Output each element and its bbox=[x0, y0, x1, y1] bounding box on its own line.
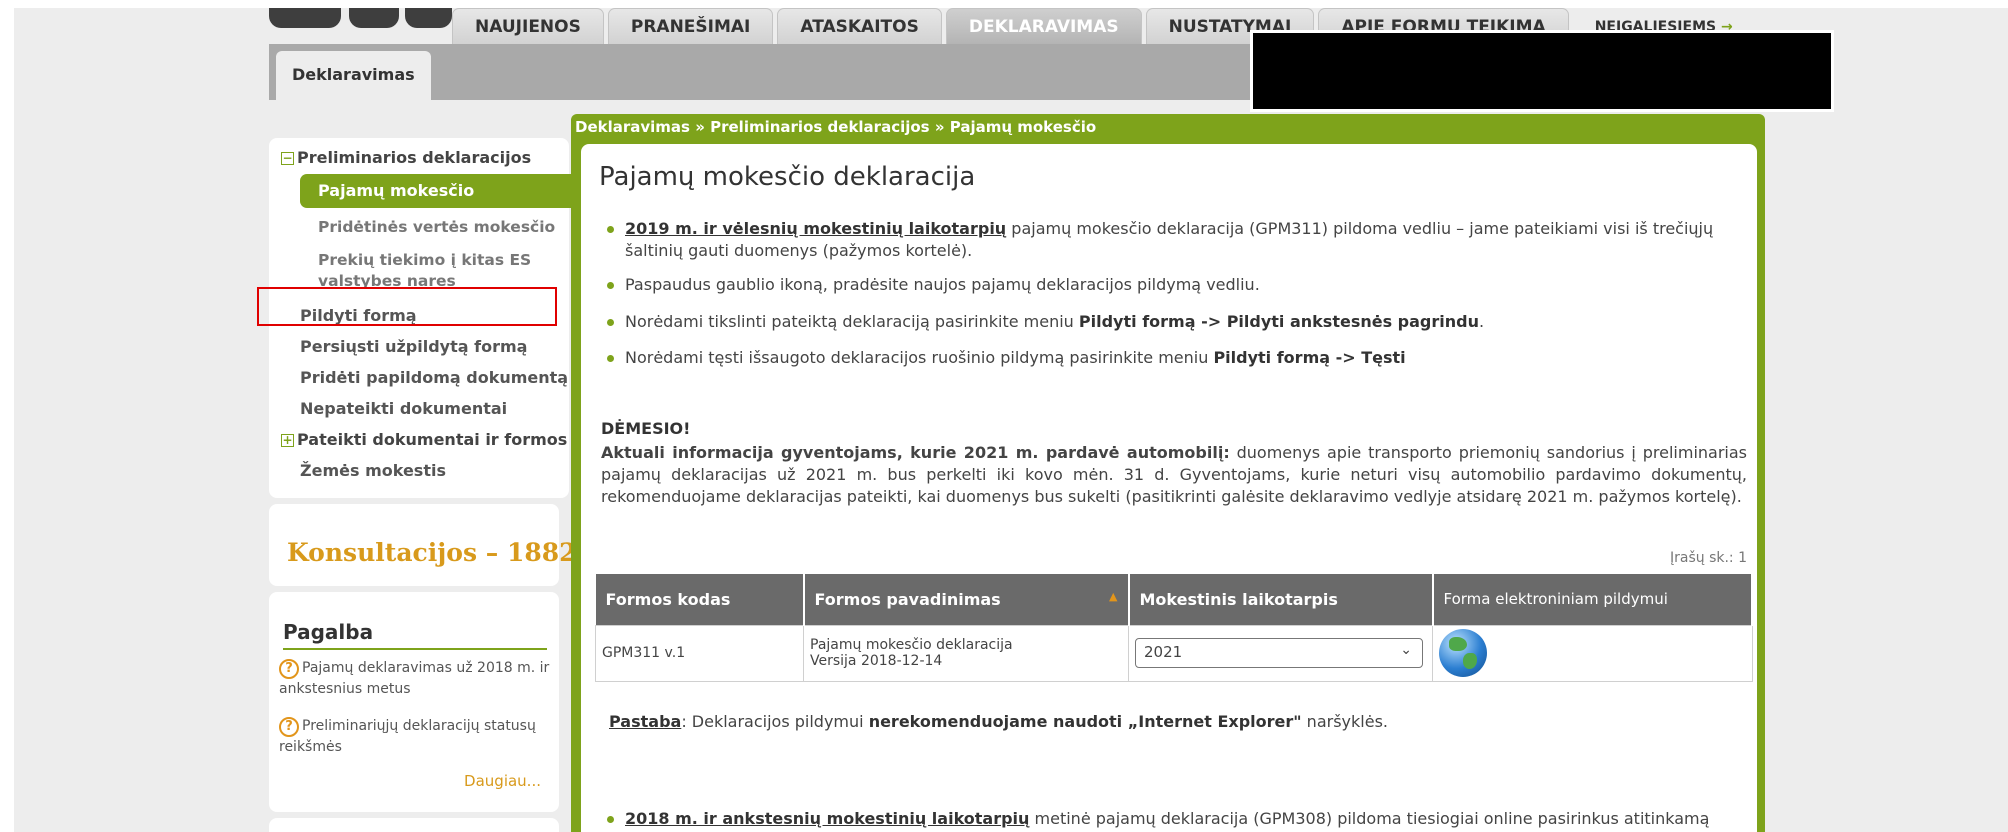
help-link-2018[interactable]: ? Pajamų deklaravimas už 2018 m. ir ankst… bbox=[279, 658, 555, 700]
help-panel: Pagalba ? Pajamų deklaravimas už 2018 m. … bbox=[269, 592, 559, 812]
tab-pranesimai[interactable]: PRANEŠIMAI bbox=[607, 8, 774, 44]
note: Pastaba: Deklaracijos pildymui nerekomen… bbox=[609, 712, 1388, 731]
help-link-label: Pajamų deklaravimas už 2018 m. ir ankste… bbox=[279, 660, 550, 697]
cell-period: 2021 ⌄ bbox=[1128, 624, 1433, 682]
sidebar-item-label: Pajamų mokesčio bbox=[318, 181, 475, 200]
question-icon: ? bbox=[279, 659, 299, 679]
bullet-text: Norėdami tikslinti pateiktą deklaraciją … bbox=[625, 312, 1079, 331]
help-title: Pagalba bbox=[283, 620, 374, 644]
help-divider bbox=[283, 648, 547, 650]
subtab-deklaravimas[interactable]: Deklaravimas bbox=[276, 51, 431, 101]
bullet-item: Paspaudus gaublio ikoną, pradėsite naujo… bbox=[607, 274, 1747, 296]
col-header-name[interactable]: Formos pavadinimas ▲ bbox=[803, 574, 1130, 625]
period-select[interactable]: 2021 ⌄ bbox=[1135, 638, 1423, 668]
page: NAUJIENOS PRANEŠIMAI ATASKAITOS DEKLARAV… bbox=[14, 8, 2008, 832]
expand-icon[interactable]: + bbox=[281, 434, 294, 447]
note-text-end: naršyklės. bbox=[1301, 712, 1388, 731]
attention-bold: Aktuali informacija gyventojams, kurie 2… bbox=[601, 443, 1230, 462]
sidebar-item-prideti-dokumenta[interactable]: Pridėti papildomą dokumentą bbox=[300, 368, 568, 387]
highlight-box bbox=[257, 287, 557, 326]
help-link-statuses[interactable]: ? Preliminariųjų deklaracijų statusų reik… bbox=[279, 716, 555, 758]
page-title: Pajamų mokesčio deklaracija bbox=[599, 162, 976, 192]
sidebar-item-pajamu-mokescio[interactable]: Pajamų mokesčio bbox=[300, 174, 572, 208]
bullet-item: 2019 m. ir vėlesnių mokestinių laikotarp… bbox=[607, 218, 1747, 262]
bullet-text: Paspaudus gaublio ikoną, pradėsite naujo… bbox=[625, 275, 1260, 294]
bullet-text: Norėdami tęsti išsaugoto deklaracijos ru… bbox=[625, 348, 1214, 367]
col-header-code[interactable]: Formos kodas bbox=[595, 574, 805, 625]
sidebar-item-persiusti[interactable]: Persiųsti užpildytą formą bbox=[300, 337, 527, 356]
bullet-link[interactable]: 2019 m. ir vėlesnių mokestinių laikotarp… bbox=[625, 219, 1006, 238]
question-icon: ? bbox=[279, 717, 299, 737]
sidebar-group-submitted[interactable]: + Pateikti dokumentai ir formos bbox=[281, 430, 567, 449]
sidebar-item-pvm[interactable]: Pridėtinės vertės mokesčio bbox=[318, 218, 555, 236]
sidebar-item-nepateikti[interactable]: Nepateikti dokumentai bbox=[300, 399, 507, 418]
sidebar-group-preliminary[interactable]: − Preliminarios deklaracijos bbox=[281, 148, 531, 167]
sidebar-item-prekiu-tiekimo[interactable]: Prekių tiekimo į kitas ES valstybes nare… bbox=[318, 250, 548, 292]
help-link-label: Preliminariųjų deklaracijų statusų reikš… bbox=[279, 718, 536, 755]
sort-asc-icon: ▲ bbox=[1109, 589, 1118, 603]
attention-paragraph: Aktuali informacija gyventojams, kurie 2… bbox=[601, 442, 1747, 508]
help-more-link[interactable]: Daugiau... bbox=[464, 772, 541, 790]
note-bold: nerekomenduojame naudoti „Internet Explo… bbox=[868, 712, 1302, 731]
chevron-down-icon: ⌄ bbox=[1400, 642, 1412, 658]
redacted-area bbox=[1250, 30, 1834, 112]
cell-electronic bbox=[1432, 624, 1753, 682]
bullet-item: 2018 m. ir ankstesnių mokestinių laikota… bbox=[607, 808, 1747, 832]
bullet-bold: Pildyti formą -> Pildyti ankstesnės pagr… bbox=[1078, 312, 1479, 331]
col-header-electronic: Forma elektroniniam pildymui bbox=[1432, 574, 1753, 625]
tab-naujienos[interactable]: NAUJIENOS bbox=[452, 8, 604, 44]
cell-form-code: GPM311 v.1 bbox=[595, 624, 804, 682]
tab-ataskaitos[interactable]: ATASKAITOS bbox=[777, 8, 942, 44]
forms-table: Formos kodas Formos pavadinimas ▲ Mokesti… bbox=[595, 574, 1753, 682]
note-label: Pastaba bbox=[609, 712, 682, 731]
sidebar-group-label: Preliminarios deklaracijos bbox=[297, 148, 532, 167]
bullet-tail: . bbox=[1479, 312, 1485, 331]
form-name: Pajamų mokesčio deklaracija bbox=[810, 637, 1013, 653]
col-header-label: Formos pavadinimas bbox=[814, 589, 1001, 609]
sidebar-item-zemes-mokestis[interactable]: Žemės mokestis bbox=[300, 461, 446, 480]
period-value: 2021 bbox=[1144, 643, 1183, 661]
consultations-phone: Konsultacijos – 1882 bbox=[269, 504, 577, 586]
attention-heading: DĖMESIO! bbox=[601, 419, 691, 438]
bullet-item: Norėdami tęsti išsaugoto deklaracijos ru… bbox=[607, 347, 1747, 369]
cell-form-name: Pajamų mokesčio deklaracija Versija 2018-… bbox=[803, 624, 1129, 682]
note-text: : Deklaracijos pildymui bbox=[681, 712, 869, 731]
form-version: Versija 2018-12-14 bbox=[810, 653, 943, 669]
table-header-row: Formos kodas Formos pavadinimas ▲ Mokesti… bbox=[595, 574, 1753, 625]
collapse-icon[interactable]: − bbox=[281, 152, 294, 165]
bullet-item: Norėdami tikslinti pateiktą deklaraciją … bbox=[607, 311, 1747, 333]
bullet-link[interactable]: 2018 m. ir ankstesnių mokestinių laikota… bbox=[625, 809, 1029, 828]
record-count: Įrašų sk.: 1 bbox=[1669, 550, 1747, 566]
globe-icon[interactable] bbox=[1439, 629, 1487, 677]
table-row: GPM311 v.1 Pajamų mokesčio deklaracija Ve… bbox=[595, 624, 1753, 682]
sidebar-box bbox=[269, 818, 559, 832]
breadcrumb[interactable]: Deklaravimas » Preliminarios deklaracijo… bbox=[571, 118, 1765, 136]
content-area: Pajamų mokesčio deklaracija 2019 m. ir v… bbox=[581, 144, 1757, 832]
col-header-period[interactable]: Mokestinis laikotarpis bbox=[1128, 574, 1434, 625]
logo bbox=[269, 8, 452, 28]
sidebar-group-label: Pateikti dokumentai ir formos bbox=[297, 430, 568, 449]
tab-deklaravimas[interactable]: DEKLARAVIMAS bbox=[945, 8, 1142, 44]
bullet-bold: Pildyti formą -> Tęsti bbox=[1213, 348, 1406, 367]
